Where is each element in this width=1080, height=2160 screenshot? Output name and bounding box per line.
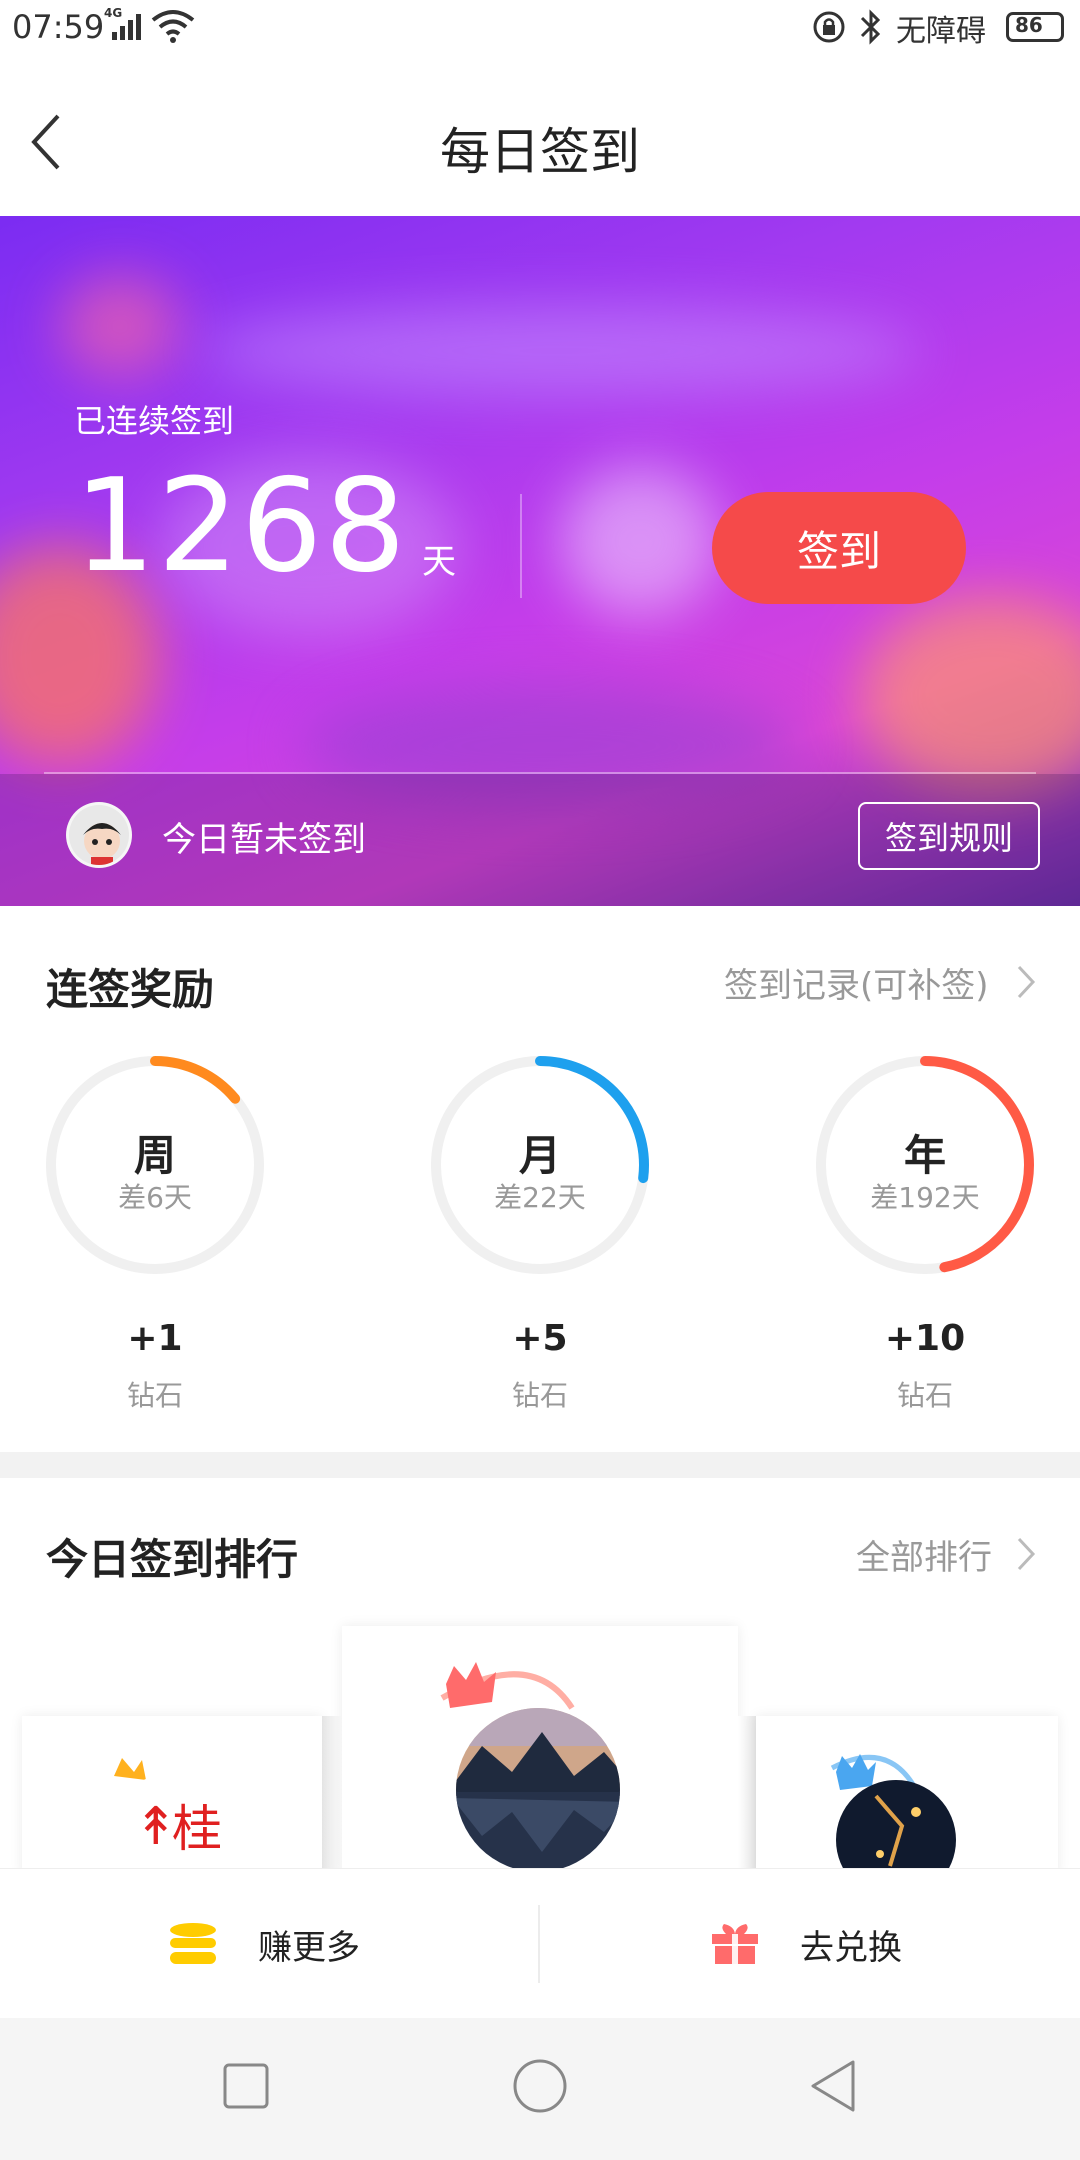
back-nav-icon[interactable] xyxy=(808,2058,858,2114)
reward-unit: 钻石 xyxy=(896,1379,953,1412)
divider xyxy=(538,1905,540,1983)
rank-avatar-second: ↟ 桂 xyxy=(108,1758,232,1876)
rank-avatar-first xyxy=(440,1662,620,1872)
exchange-label: 去兑换 xyxy=(800,1927,902,1968)
chevron-right-icon[interactable] xyxy=(1016,964,1036,1000)
bg-blob xyxy=(200,306,920,396)
chevron-right-icon[interactable] xyxy=(1016,1536,1036,1572)
sign-rules-button[interactable]: 签到规则 xyxy=(858,802,1040,870)
reward-remaining: 差22天 xyxy=(494,1181,586,1214)
accessibility-label: 无障碍 xyxy=(896,14,986,49)
reward-period: 周 xyxy=(133,1131,176,1180)
streak-rewards-title: 连签奖励 xyxy=(46,965,215,1014)
earn-more-button[interactable]: 赚更多 xyxy=(168,1869,360,2019)
divider xyxy=(520,494,522,598)
page-title: 每日签到 xyxy=(440,123,640,181)
bluetooth-icon xyxy=(860,9,881,45)
home-icon[interactable] xyxy=(512,2058,568,2114)
reward-unit: 钻石 xyxy=(511,1379,568,1412)
system-nav-bar xyxy=(0,2018,1080,2160)
signal-icon xyxy=(112,14,141,40)
gift-icon xyxy=(712,1924,758,1964)
rank-card-second[interactable]: ↟ 桂 xyxy=(22,1716,322,1876)
streak-count: 1268 xyxy=(74,452,408,601)
checkin-hero: 已连续签到 1268 天 签到 今日暂未签到 签到规则 xyxy=(0,216,1080,906)
rank-card-third[interactable] xyxy=(756,1716,1058,1876)
page-header: 每日签到 xyxy=(0,56,1080,216)
reward-period: 月 xyxy=(518,1131,561,1180)
earn-more-label: 赚更多 xyxy=(258,1927,360,1968)
rank-avatar-third xyxy=(830,1754,956,1876)
ranking-title: 今日签到排行 xyxy=(46,1535,299,1584)
streak-unit: 天 xyxy=(422,542,456,582)
card-shadow xyxy=(322,1716,342,1876)
wifi-icon xyxy=(151,10,195,43)
sign-record-link[interactable]: 签到记录(可补签) xyxy=(724,958,989,1007)
divider xyxy=(44,772,1036,774)
svg-text:桂: 桂 xyxy=(172,1800,222,1858)
reward-ring-week: 周 差6天 xyxy=(44,1054,266,1276)
streak-label: 已连续签到 xyxy=(74,402,235,440)
reward-remaining: 差6天 xyxy=(118,1181,192,1214)
reward-value: +1 xyxy=(127,1318,183,1359)
bottom-action-bar: 赚更多 去兑换 xyxy=(0,1868,1080,2018)
bg-blob xyxy=(860,596,1080,796)
reward-remaining: 差192天 xyxy=(870,1181,980,1214)
rotation-lock-icon xyxy=(813,11,845,43)
reward-ring-year: 年 差192天 xyxy=(814,1054,1036,1276)
card-shadow xyxy=(738,1716,758,1876)
coins-icon xyxy=(170,1923,216,1964)
all-ranking-link[interactable]: 全部排行 xyxy=(856,1530,992,1579)
reward-period: 年 xyxy=(903,1131,946,1180)
section-gap xyxy=(0,1452,1080,1478)
reward-value: +10 xyxy=(884,1318,966,1359)
reward-value: +5 xyxy=(512,1318,568,1359)
user-avatar[interactable] xyxy=(66,802,132,868)
bg-blob xyxy=(560,466,720,616)
recent-apps-icon[interactable] xyxy=(222,2062,270,2110)
status-bar: 07:59 4G 无障碍 86 xyxy=(0,0,1080,56)
today-status-text: 今日暂未签到 xyxy=(162,820,366,860)
bg-blob xyxy=(60,276,180,376)
battery-icon: 86 xyxy=(1006,12,1064,42)
battery-level: 86 xyxy=(1015,13,1043,37)
rank-card-first[interactable] xyxy=(342,1626,738,1876)
status-time: 07:59 xyxy=(12,8,105,46)
reward-ring-month: 月 差22天 xyxy=(429,1054,651,1276)
exchange-button[interactable]: 去兑换 xyxy=(710,1869,902,2019)
sign-in-button[interactable]: 签到 xyxy=(712,492,966,604)
reward-unit: 钻石 xyxy=(126,1379,183,1412)
